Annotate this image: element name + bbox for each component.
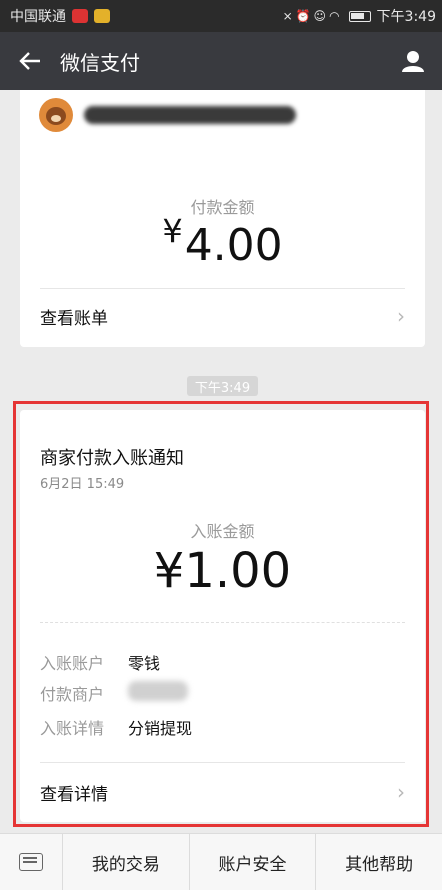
chevron-right-icon: ›: [397, 304, 405, 328]
view-bill-label: 查看账单: [40, 308, 108, 329]
redacted-merchant-name: [84, 106, 296, 124]
currency-symbol: ¥: [162, 212, 183, 250]
message-time: 下午3:49: [187, 376, 258, 396]
merchant-avatar: [39, 98, 73, 132]
status-bar: 中国联通 ⨯⏰☺◠ 下午3:49: [0, 0, 442, 32]
back-arrow-icon[interactable]: [0, 32, 60, 90]
page-title: 微信支付: [60, 50, 140, 75]
menu-my-transactions[interactable]: 我的交易: [63, 834, 190, 890]
keyboard-icon: [19, 853, 43, 871]
menu-other-help[interactable]: 其他帮助: [316, 834, 442, 890]
view-bill-link[interactable]: 查看账单 ›: [20, 296, 425, 336]
battery-icon: [348, 10, 371, 22]
nav-bar: 微信支付: [0, 32, 442, 90]
bottom-menu-bar: 我的交易 账户安全 其他帮助: [0, 833, 442, 890]
system-status-icons: ⨯⏰☺◠: [282, 9, 343, 23]
payment-amount-value: 4.00: [184, 220, 283, 271]
carrier-name: 中国联通: [10, 9, 66, 25]
payment-card: 付款金额 ¥4.00 查看账单 ›: [20, 90, 425, 347]
highlight-box: [13, 401, 429, 827]
divider: [40, 288, 405, 289]
user-profile-icon[interactable]: [384, 32, 442, 90]
status-time: 下午3:49: [376, 9, 436, 25]
menu-account-security[interactable]: 账户安全: [190, 834, 317, 890]
app-notification-icon: [94, 9, 110, 23]
keyboard-toggle[interactable]: [0, 834, 63, 890]
payment-amount: ¥4.00: [20, 212, 425, 271]
notification-icon: [72, 9, 88, 23]
